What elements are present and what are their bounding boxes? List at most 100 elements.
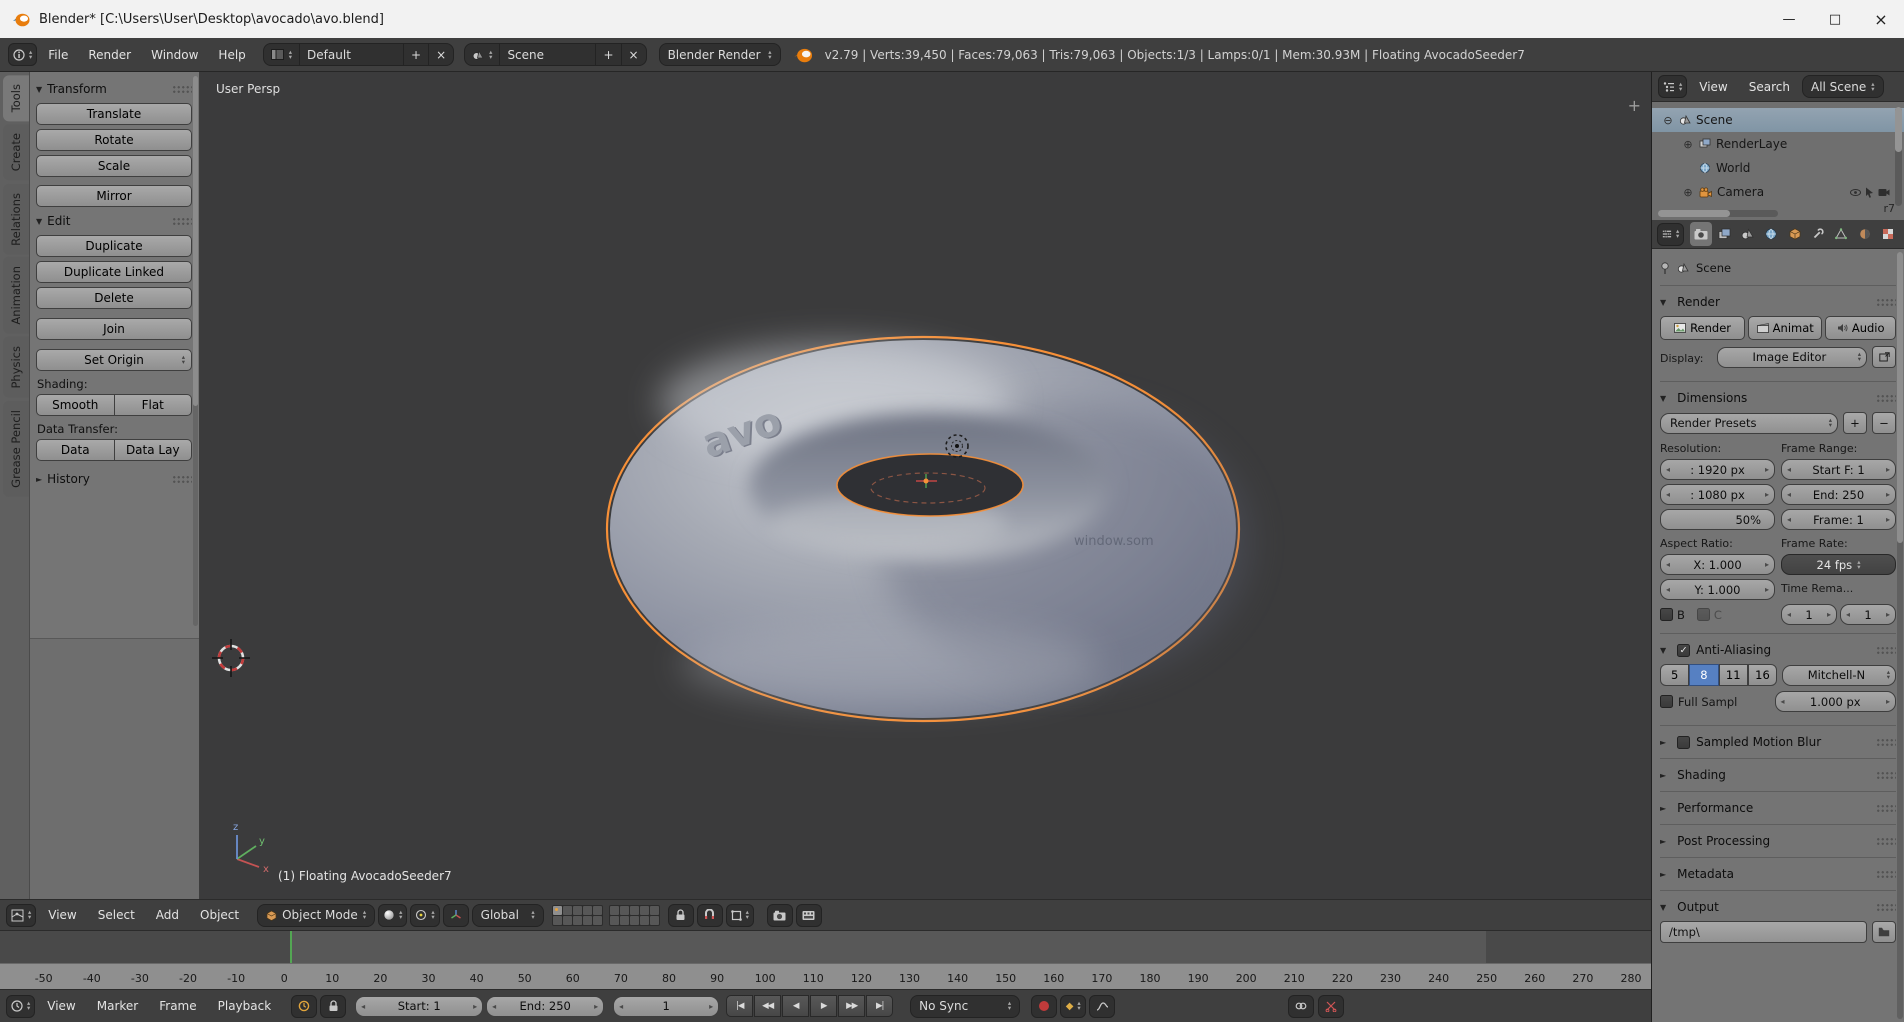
increment-arrow-icon[interactable]: ▸ (594, 1002, 598, 1011)
jump-to-end-button[interactable]: ▶| (866, 995, 893, 1017)
jump-next-keyframe-button[interactable]: ▶▶ (838, 995, 865, 1017)
screen-layout-name[interactable]: Default (299, 44, 403, 65)
toolshelf-scrollbar[interactable] (193, 76, 198, 626)
jump-prev-keyframe-button[interactable]: ◀◀ (754, 995, 781, 1017)
screen-layout-browse-button[interactable]: ▴▾ (264, 44, 299, 65)
end-frame-field[interactable]: ◂ End: 250 ▸ (486, 996, 604, 1017)
layers-block-1[interactable] (552, 905, 603, 926)
set-origin-dropdown[interactable]: Set Origin ▴▾ (36, 349, 192, 371)
resolution-x-field[interactable]: ◂ : 1920 px ▸ (1660, 459, 1775, 480)
editor-type-selector-timeline[interactable]: ▴▾ (6, 995, 35, 1018)
tab-modifiers[interactable] (1807, 222, 1828, 246)
crop-checkbox[interactable] (1697, 608, 1710, 621)
post-processing-panel-header[interactable]: ► Post Processing (1660, 830, 1896, 852)
current-frame-line[interactable] (290, 931, 292, 963)
frame-end-field[interactable]: ◂ End: 250 ▸ (1781, 484, 1896, 505)
panel-grip-icon[interactable] (1876, 738, 1896, 747)
metadata-panel-header[interactable]: ► Metadata (1660, 863, 1896, 885)
decrement-arrow-icon[interactable]: ◂ (492, 1002, 496, 1011)
decrement-arrow-icon[interactable]: ◂ (1787, 490, 1791, 499)
scene-name[interactable]: Scene (499, 44, 595, 65)
dimensions-panel-header[interactable]: ▼ Dimensions (1660, 387, 1896, 409)
add-scene-button[interactable]: + (595, 44, 620, 65)
menu-tl-frame[interactable]: Frame (150, 999, 205, 1013)
play-button[interactable]: ▶ (810, 995, 837, 1017)
frame-current-field[interactable]: ◂ Frame: 1 ▸ (1781, 509, 1896, 530)
browse-output-button[interactable] (1872, 921, 1896, 943)
viewport-canvas[interactable]: avo avo window.som (200, 72, 1651, 899)
transfer-data-button[interactable]: Data (36, 439, 115, 461)
resolution-y-field[interactable]: ◂ : 1080 px ▸ (1660, 484, 1775, 505)
decrement-arrow-icon[interactable]: ◂ (1666, 585, 1670, 594)
tab-object[interactable] (1784, 222, 1805, 246)
toolshelf-tab-physics[interactable]: Physics (3, 337, 29, 398)
jump-to-start-button[interactable]: |◀ (726, 995, 753, 1017)
aa-samples-16-button[interactable]: 16 (1748, 664, 1777, 686)
layers-widget[interactable] (552, 905, 660, 926)
mode-selector[interactable]: Object Mode ▴▾ (257, 904, 375, 927)
panel-grip-icon[interactable] (1876, 771, 1896, 780)
panel-grip-icon[interactable] (1876, 804, 1896, 813)
full-sample-checkbox[interactable] (1660, 695, 1673, 708)
aspect-x-field[interactable]: ◂ X: 1.000 ▸ (1660, 554, 1775, 575)
history-panel-header[interactable]: ► History (36, 469, 192, 489)
viewport-3d[interactable]: avo avo window.som (200, 72, 1651, 899)
editor-type-selector-properties[interactable]: ▴▾ (1657, 223, 1684, 246)
tab-material[interactable] (1854, 222, 1875, 246)
panel-grip-icon[interactable] (1876, 870, 1896, 879)
close-button[interactable]: × (1858, 0, 1904, 38)
panel-grip-icon[interactable] (1876, 646, 1896, 655)
menu-view[interactable]: View (39, 908, 85, 922)
decrement-arrow-icon[interactable]: ◂ (1846, 610, 1850, 619)
panel-grip-icon[interactable] (172, 475, 192, 484)
start-frame-field[interactable]: ◂ Start: 1 ▸ (355, 996, 483, 1017)
tab-render[interactable] (1690, 222, 1711, 246)
sampled-motion-blur-checkbox[interactable] (1677, 736, 1690, 749)
scene-browse-button[interactable]: ▴▾ (465, 44, 499, 65)
decrement-arrow-icon[interactable]: ◂ (1666, 465, 1670, 474)
menu-window[interactable]: Window (142, 48, 207, 62)
frame-start-field[interactable]: ◂ Start F: 1 ▸ (1781, 459, 1896, 480)
increment-arrow-icon[interactable]: ▸ (1886, 465, 1890, 474)
menu-outliner-search[interactable]: Search (1740, 80, 1799, 94)
scale-button[interactable]: Scale (36, 155, 192, 177)
transfer-data-layout-button[interactable]: Data Lay (115, 439, 193, 461)
render-engine-selector[interactable]: Blender Render ▴▾ (659, 43, 781, 66)
anti-aliasing-panel-header[interactable]: ▼ ✓ Anti-Aliasing (1660, 639, 1896, 661)
panel-grip-icon[interactable] (1876, 903, 1896, 912)
menu-help[interactable]: Help (209, 48, 254, 62)
link-icon-button[interactable] (1288, 995, 1314, 1018)
decrement-arrow-icon[interactable]: ◂ (1666, 560, 1670, 569)
remove-preset-button[interactable]: − (1872, 412, 1896, 434)
render-audio-button[interactable]: Audio (1825, 316, 1896, 340)
sync-mode-selector[interactable]: No Sync ▴▾ (910, 995, 1020, 1018)
increment-arrow-icon[interactable]: ▸ (1765, 585, 1769, 594)
use-preview-range-toggle[interactable] (291, 995, 317, 1018)
frame-rate-selector[interactable]: 24 fps ▴▾ (1781, 554, 1896, 575)
decrement-arrow-icon[interactable]: ◂ (1787, 465, 1791, 474)
snap-toggle[interactable] (697, 904, 723, 927)
render-opengl-anim-button[interactable] (796, 904, 822, 927)
resolution-percentage-slider[interactable]: 50% (1660, 509, 1775, 530)
tab-object-data[interactable] (1831, 222, 1852, 246)
increment-arrow-icon[interactable]: ▸ (1886, 490, 1890, 499)
editor-type-selector-3dview[interactable]: ▴▾ (6, 904, 36, 927)
play-reverse-button[interactable]: ◀ (782, 995, 809, 1017)
shade-flat-button[interactable]: Flat (115, 394, 193, 416)
aa-samples-8-button[interactable]: 8 (1689, 664, 1718, 686)
timeline-tracks[interactable] (0, 930, 1651, 963)
menu-tl-marker[interactable]: Marker (88, 999, 147, 1013)
torus-object[interactable]: avo avo window.som (607, 337, 1250, 721)
pin-icon[interactable] (1660, 262, 1670, 275)
increment-arrow-icon[interactable]: ▸ (1765, 465, 1769, 474)
decrement-arrow-icon[interactable]: ◂ (1781, 697, 1785, 706)
decrement-arrow-icon[interactable]: ◂ (619, 1002, 623, 1011)
increment-arrow-icon[interactable]: ▸ (1765, 560, 1769, 569)
panel-grip-icon[interactable] (172, 217, 192, 226)
scissors-icon-button[interactable] (1318, 995, 1344, 1018)
new-window-button[interactable] (1872, 346, 1896, 368)
delete-scene-button[interactable]: × (621, 44, 646, 65)
aa-samples-5-button[interactable]: 5 (1660, 664, 1689, 686)
render-still-button[interactable]: Render (1660, 316, 1745, 340)
viewport-shading-selector[interactable]: ▴▾ (378, 904, 407, 927)
